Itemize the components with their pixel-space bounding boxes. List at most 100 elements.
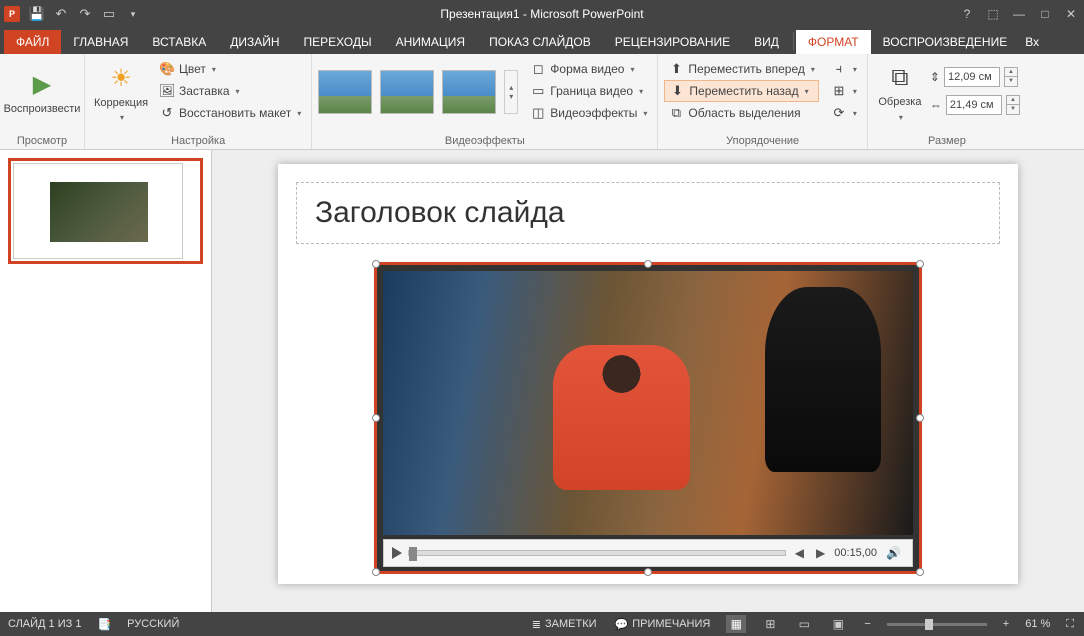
video-controls: ◀ ▶ 00:15,00 🔊 xyxy=(383,539,913,567)
shape-icon: ◻ xyxy=(530,61,546,77)
normal-view-icon[interactable]: ▦ xyxy=(726,615,746,633)
qat-save-icon[interactable]: 💾 xyxy=(26,3,48,25)
video-border-button[interactable]: ▭ Граница видео▾ xyxy=(526,80,651,102)
width-icon: ⇔ xyxy=(930,98,942,112)
ribbon-tabs: ФАЙЛ ГЛАВНАЯ ВСТАВКА ДИЗАЙН ПЕРЕХОДЫ АНИ… xyxy=(0,28,1084,54)
poster-frame-button[interactable]: 🖼 Заставка▾ xyxy=(155,80,305,102)
video-style-thumb[interactable] xyxy=(380,70,434,114)
tab-transitions[interactable]: ПЕРЕХОДЫ xyxy=(292,30,384,54)
tab-format[interactable]: ФОРМАТ xyxy=(796,30,871,54)
spell-check-icon[interactable]: 📑 xyxy=(95,618,113,631)
slide-title-placeholder[interactable]: Заголовок слайда xyxy=(296,182,1000,244)
language-indicator[interactable]: РУССКИЙ xyxy=(127,618,179,630)
tab-view[interactable]: ВИД xyxy=(742,30,791,54)
video-styles-more[interactable]: ▴▾ xyxy=(504,70,518,114)
border-icon: ▭ xyxy=(530,83,546,99)
width-input[interactable]: 21,49 см xyxy=(946,95,1002,115)
group-button[interactable]: ⊞▾ xyxy=(827,80,861,102)
group-label: Настройка xyxy=(91,133,305,149)
send-backward-button[interactable]: ⬇ Переместить назад▾ xyxy=(664,80,819,102)
play-icon: ▶ xyxy=(33,70,51,99)
group-label: Просмотр xyxy=(6,133,78,149)
minimize-icon[interactable]: — xyxy=(1006,3,1032,25)
group-video-styles: ▴▾ ◻ Форма видео▾ ▭ Граница видео▾ ◫ Вид… xyxy=(312,54,658,149)
tab-slideshow[interactable]: ПОКАЗ СЛАЙДОВ xyxy=(477,30,603,54)
ribbon: ▶ Воспроизвести Просмотр ☀ Коррекция ▾ 🎨… xyxy=(0,54,1084,150)
qat-undo-icon[interactable]: ↶ xyxy=(50,3,72,25)
qat-start-icon[interactable]: ▭ xyxy=(98,3,120,25)
ribbon-options-icon[interactable]: ⬚ xyxy=(980,3,1006,25)
zoom-out-button[interactable]: − xyxy=(862,618,872,630)
qat-redo-icon[interactable]: ↷ xyxy=(74,3,96,25)
tab-design[interactable]: ДИЗАЙН xyxy=(218,30,291,54)
backward-icon: ⬇ xyxy=(669,83,685,99)
notes-button[interactable]: ≣ ЗАМЕТКИ xyxy=(530,618,599,631)
brightness-icon: ☀ xyxy=(110,64,132,93)
title-bar: P 💾 ↶ ↷ ▭ ▾ Презентация1 - Microsoft Pow… xyxy=(0,0,1084,28)
close-icon[interactable]: ✕ xyxy=(1058,3,1084,25)
group-label: Видеоэффекты xyxy=(318,133,651,149)
group-label: Упорядочение xyxy=(664,133,861,149)
reset-design-button[interactable]: ↺ Восстановить макет▾ xyxy=(155,102,305,124)
qat-more-icon[interactable]: ▾ xyxy=(122,3,144,25)
reading-view-icon[interactable]: ▭ xyxy=(794,615,814,633)
height-input[interactable]: 12,09 см xyxy=(944,67,1000,87)
spin-down[interactable]: ▼ xyxy=(1007,105,1019,114)
rotate-button[interactable]: ⟳▾ xyxy=(827,102,861,124)
window-title: Презентация1 - Microsoft PowerPoint xyxy=(440,7,643,21)
group-size: ⧉ Обрезка ▾ ⇕ 12,09 см ▲▼ ⇔ 21,49 см ▲▼ xyxy=(868,54,1026,149)
tab-playback[interactable]: ВОСПРОИЗВЕДЕНИЕ xyxy=(871,30,1020,54)
video-seek-bar[interactable] xyxy=(408,550,786,556)
zoom-level[interactable]: 61 % xyxy=(1025,618,1050,630)
slideshow-view-icon[interactable]: ▣ xyxy=(828,615,848,633)
volume-icon[interactable]: 🔊 xyxy=(883,546,904,560)
selection-pane-button[interactable]: ⧉ Область выделения xyxy=(664,102,819,124)
video-object[interactable]: ◀ ▶ 00:15,00 🔊 xyxy=(374,262,922,574)
crop-button[interactable]: ⧉ Обрезка ▾ xyxy=(874,58,926,128)
tab-home[interactable]: ГЛАВНАЯ xyxy=(61,30,140,54)
maximize-icon[interactable]: □ xyxy=(1032,3,1058,25)
zoom-in-button[interactable]: + xyxy=(1001,618,1011,630)
video-style-thumb[interactable] xyxy=(318,70,372,114)
rotate-icon: ⟳ xyxy=(831,105,847,121)
spin-down[interactable]: ▼ xyxy=(1005,77,1017,86)
sorter-view-icon[interactable]: ⊞ xyxy=(760,615,780,633)
reset-icon: ↺ xyxy=(159,105,175,121)
align-button[interactable]: ⫞▾ xyxy=(827,58,861,80)
slide-canvas: Заголовок слайда ◀ ▶ 00:15,00 🔊 xyxy=(278,164,1018,584)
video-preview xyxy=(383,271,913,535)
slide-editor[interactable]: Заголовок слайда ◀ ▶ 00:15,00 🔊 xyxy=(212,150,1084,612)
group-preview: ▶ Воспроизвести Просмотр xyxy=(0,54,85,149)
height-icon: ⇕ xyxy=(930,70,940,84)
help-icon[interactable]: ? xyxy=(954,3,980,25)
slide-thumbnails-panel: 1 xyxy=(0,150,212,612)
video-effects-button[interactable]: ◫ Видеоэффекты▾ xyxy=(526,102,651,124)
tabs-overflow[interactable]: Вх xyxy=(1019,30,1045,54)
slide-thumbnail[interactable] xyxy=(8,158,203,264)
step-back-icon[interactable]: ◀ xyxy=(792,546,807,560)
fit-to-window-icon[interactable]: ⛶ xyxy=(1064,618,1076,631)
workspace: 1 Заголовок слайда xyxy=(0,150,1084,612)
align-icon: ⫞ xyxy=(831,61,847,77)
video-shape-button[interactable]: ◻ Форма видео▾ xyxy=(526,58,651,80)
comments-button[interactable]: 💬 ПРИМЕЧАНИЯ xyxy=(613,618,713,631)
tab-file[interactable]: ФАЙЛ xyxy=(4,30,61,54)
corrections-button[interactable]: ☀ Коррекция ▾ xyxy=(91,58,151,128)
spin-up[interactable]: ▲ xyxy=(1005,68,1017,77)
zoom-slider[interactable] xyxy=(887,623,987,626)
video-play-button[interactable] xyxy=(392,547,402,559)
video-style-thumb[interactable] xyxy=(442,70,496,114)
step-forward-icon[interactable]: ▶ xyxy=(813,546,828,560)
status-bar: СЛАЙД 1 ИЗ 1 📑 РУССКИЙ ≣ ЗАМЕТКИ 💬 ПРИМЕ… xyxy=(0,612,1084,636)
play-button[interactable]: ▶ Воспроизвести xyxy=(6,58,78,128)
group-adjust: ☀ Коррекция ▾ 🎨 Цвет▾ 🖼 Заставка▾ ↺ xyxy=(85,54,312,149)
tab-insert[interactable]: ВСТАВКА xyxy=(140,30,218,54)
tab-review[interactable]: РЕЦЕНЗИРОВАНИЕ xyxy=(603,30,742,54)
bring-forward-button[interactable]: ⬆ Переместить вперед▾ xyxy=(664,58,819,80)
tab-animations[interactable]: АНИМАЦИЯ xyxy=(384,30,477,54)
spin-up[interactable]: ▲ xyxy=(1007,96,1019,105)
group-icon: ⊞ xyxy=(831,83,847,99)
group-label: Размер xyxy=(874,133,1020,149)
color-button[interactable]: 🎨 Цвет▾ xyxy=(155,58,305,80)
app-icon: P xyxy=(4,6,20,22)
